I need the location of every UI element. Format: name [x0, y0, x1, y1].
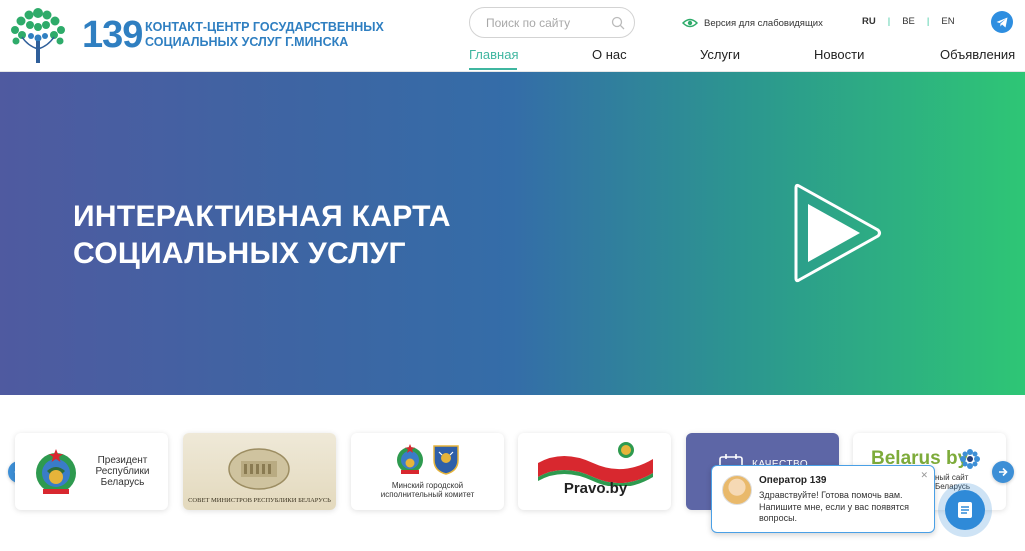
hero-banner[interactable]: ИНТЕРАКТИВНАЯ КАРТА СОЦИАЛЬНЫХ УСЛУГ: [0, 72, 1025, 395]
chat-open-button[interactable]: [938, 483, 992, 537]
lang-divider: |: [926, 16, 930, 27]
search-input[interactable]: [486, 14, 606, 32]
cornflower-icon: [960, 449, 980, 469]
chat-button-inner: [945, 490, 985, 530]
partner-card-council[interactable]: СОВЕТ МИНИСТРОВ РЕСПУБЛИКИ БЕЛАРУСЬ: [183, 433, 336, 510]
play-icon[interactable]: [790, 180, 886, 286]
nav-active-underline: [469, 68, 517, 70]
chat-document-icon: [958, 502, 972, 518]
logo-tree-icon[interactable]: [7, 5, 69, 67]
nav-item-about[interactable]: О нас: [592, 47, 627, 62]
logo-title-line1: КОНТАКТ-ЦЕНТР ГОСУДАРСТВЕННЫХ: [145, 20, 384, 34]
council-building-icon: [228, 448, 290, 490]
lang-divider: |: [887, 16, 891, 27]
carousel-next-button[interactable]: [992, 461, 1014, 483]
minsk-coat-of-arms-icon: [433, 445, 459, 475]
operator-avatar: [722, 475, 752, 505]
lang-ru[interactable]: RU: [862, 16, 876, 27]
nav-item-home[interactable]: Главная: [469, 47, 518, 62]
logo-number[interactable]: 139: [82, 14, 143, 57]
partner-pravo-label: Pravo.by: [563, 480, 628, 497]
hero-title: ИНТЕРАКТИВНАЯ КАРТА СОЦИАЛЬНЫХ УСЛУГ: [73, 198, 533, 272]
logo-title[interactable]: КОНТАКТ-ЦЕНТР ГОСУДАРСТВЕННЫХ СОЦИАЛЬНЫХ…: [145, 20, 405, 50]
logo-title-line2: СОЦИАЛЬНЫХ УСЛУГ Г.МИНСКА: [145, 35, 349, 49]
language-switcher: RU | BE | EN: [862, 16, 955, 27]
nav-item-services[interactable]: Услуги: [700, 47, 740, 62]
nav-item-announcements[interactable]: Объявления: [940, 47, 1015, 62]
hero-title-line2: СОЦИАЛЬНЫХ УСЛУГ: [73, 237, 406, 270]
hero-title-line1: ИНТЕРАКТИВНАЯ КАРТА: [73, 200, 451, 233]
belarus-emblem-icon: [36, 449, 76, 494]
chat-popup[interactable]: Оператор 139 Здравствуйте! Готова помочь…: [711, 465, 935, 533]
partner-minsk-label: Минский городской исполнительный комитет: [380, 481, 475, 499]
eye-icon: [682, 18, 698, 28]
low-vision-label: Версия для слабовидящих: [704, 17, 823, 29]
lang-be[interactable]: BE: [902, 16, 915, 27]
partner-council-label: СОВЕТ МИНИСТРОВ РЕСПУБЛИКИ БЕЛАРУСЬ: [188, 497, 331, 504]
chat-operator-name: Оператор 139: [759, 475, 827, 486]
chat-message: Здравствуйте! Готова помочь вам. Напишит…: [759, 490, 910, 523]
nav-item-news[interactable]: Новости: [814, 47, 864, 62]
search-box: [469, 7, 635, 38]
arrow-right-icon: [999, 467, 1008, 477]
partner-card-minsk[interactable]: Минский городской исполнительный комитет: [351, 433, 504, 510]
partner-card-president[interactable]: Президент Республики Беларусь: [15, 433, 168, 510]
belarus-emblem-small-icon: [397, 444, 423, 474]
partner-president-label: Президент Республики Беларусь: [95, 455, 150, 488]
search-icon[interactable]: [611, 16, 625, 30]
telegram-icon[interactable]: [991, 11, 1013, 33]
lang-en[interactable]: EN: [941, 16, 954, 27]
low-vision-link[interactable]: Версия для слабовидящих: [682, 16, 823, 30]
partner-card-pravo[interactable]: Pravo.by: [518, 433, 671, 510]
close-icon[interactable]: ✕: [920, 470, 928, 481]
telegram-plane-icon: [996, 17, 1008, 27]
site-header: 139 КОНТАКТ-ЦЕНТР ГОСУДАРСТВЕННЫХ СОЦИАЛ…: [0, 0, 1025, 72]
